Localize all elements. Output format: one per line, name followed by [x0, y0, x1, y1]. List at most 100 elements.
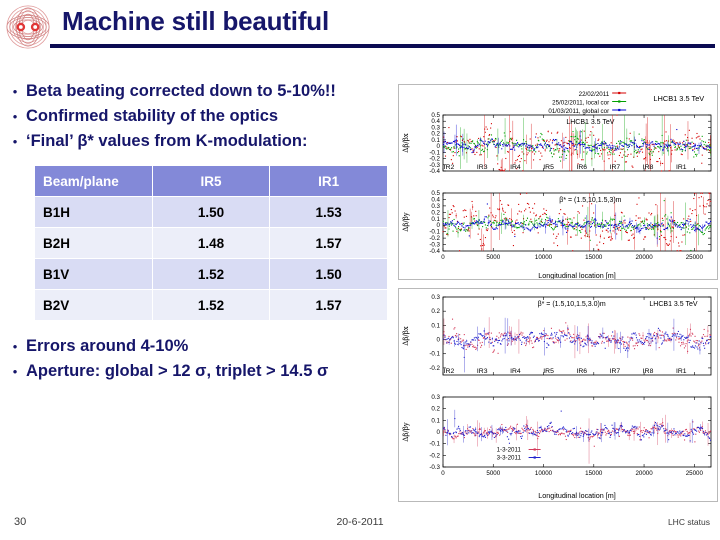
bullet-item: • Errors around 4-10% — [0, 335, 396, 358]
svg-text:0.2: 0.2 — [431, 406, 440, 413]
table-cell: 1.50 — [151, 196, 271, 228]
ir-label: IR2 — [444, 368, 455, 375]
svg-text:10000: 10000 — [535, 470, 553, 477]
ir-label: IR6 — [576, 368, 587, 375]
bullet-marker: • — [12, 339, 18, 354]
ir-label: IR3 — [477, 164, 488, 171]
chart-panel-dbetax-bottom: 0.3 0.2 0.1 0 -0.1 -0.2 IR2 IR3 IR4 IR5 IR6 IR7 IR8 I… — [399, 289, 717, 393]
svg-text:0.3: 0.3 — [431, 294, 440, 301]
table-header-cell: IR5 — [151, 165, 271, 197]
svg-text:-0.3: -0.3 — [429, 464, 440, 471]
content-left-column: • Beta beating corrected down to 5-10%!!… — [0, 62, 396, 502]
table-cell: B2H — [34, 227, 153, 259]
svg-text:-0.2: -0.2 — [429, 365, 440, 372]
table-row: B1V 1.52 1.50 — [34, 258, 388, 290]
svg-text:0.1: 0.1 — [431, 322, 440, 329]
bullet-list-bottom: • Errors around 4-10% • Aperture: global… — [0, 321, 396, 383]
chart-panel-dbetay-top: 0.5 0.4 0.3 0.2 0.1 0 -0.1 -0.2 -0.3 -0.4 0 5000 100… — [399, 189, 717, 279]
ir-label: IR4 — [510, 368, 521, 375]
svg-text:25000: 25000 — [686, 470, 704, 477]
svg-text:0: 0 — [441, 470, 445, 477]
table-header-row: Beam/plane IR5 IR1 — [34, 165, 388, 197]
table-cell: 1.50 — [269, 258, 388, 290]
chart-annotation: LHCB1 3.5 TeV — [566, 119, 614, 126]
ir-label: IR8 — [643, 164, 654, 171]
title-divider — [50, 44, 715, 48]
bullet-list-top: • Beta beating corrected down to 5-10%!!… — [0, 62, 396, 153]
svg-text:0: 0 — [441, 254, 445, 261]
bullet-label: Aperture: global > 12 σ, triplet > 14.5 … — [26, 362, 329, 380]
svg-text:-0.4: -0.4 — [429, 168, 440, 175]
bullet-item: • Beta beating corrected down to 5-10%!! — [0, 80, 396, 103]
svg-text:-0.4: -0.4 — [429, 248, 440, 255]
table-row: B2H 1.48 1.57 — [34, 227, 388, 259]
svg-text:0.2: 0.2 — [431, 308, 440, 315]
figure-beta-beating-2011-feb-mar: 0.5 0.4 0.3 0.2 0.1 0 -0.1 -0.2 -0.3 -0.4 IR2 IR3 IR… — [398, 84, 718, 280]
ir-label: IR6 — [576, 164, 587, 171]
chart-annotation-machine: LHCB1 3.5 TeV — [653, 94, 704, 103]
ir-label: IR5 — [543, 164, 554, 171]
footer-right-label: LHC status — [667, 517, 710, 527]
svg-text:10000: 10000 — [535, 254, 553, 261]
chart-annotation: β* = (1.5,10,1.5,3)m — [559, 197, 621, 204]
svg-text:15000: 15000 — [585, 470, 603, 477]
svg-text:0: 0 — [437, 429, 441, 436]
table-header-cell: IR1 — [269, 165, 388, 197]
ir-label: IR7 — [610, 164, 621, 171]
bullet-marker: • — [12, 134, 18, 149]
svg-text:-0.2: -0.2 — [429, 452, 440, 459]
bullet-marker: • — [12, 84, 18, 99]
ir-label: IR1 — [676, 164, 687, 171]
svg-text:0.1: 0.1 — [431, 417, 440, 424]
svg-text:5000: 5000 — [486, 470, 500, 477]
table-row: B2V 1.52 1.57 — [34, 289, 388, 321]
table-cell: 1.52 — [151, 258, 271, 290]
svg-text:15000: 15000 — [585, 254, 603, 261]
plot-fig-top-y: 0.50.40.30.20.10-0.1-0.2-0.3-0.40 5000 100… — [402, 190, 712, 279]
ir-label: IR3 — [477, 368, 488, 375]
svg-text:-0.1: -0.1 — [429, 441, 440, 448]
bullet-item: • Confirmed stability of the optics — [0, 105, 396, 128]
x-axis-label: Longitudinal location [m] — [538, 491, 616, 500]
legend-label: 22/02/2011 — [579, 91, 610, 98]
legend-label: 25/02/2011, local cor — [552, 100, 609, 107]
ir-label: IR1 — [676, 368, 687, 375]
y-axis-label: Δβ/βy — [402, 212, 410, 232]
y-axis-label: Δβ/βy — [402, 422, 410, 442]
table-cell: B1H — [34, 196, 153, 228]
figure-beta-beating-march: 0.3 0.2 0.1 0 -0.1 -0.2 IR2 IR3 IR4 IR5 IR6 IR7 IR8 I… — [398, 288, 718, 502]
bullet-item: • Aperture: global > 12 σ, triplet > 14.… — [0, 360, 396, 383]
bullet-item: • ‘Final’ β* values from K-modulation: — [0, 130, 396, 153]
ir-label: IR8 — [643, 368, 654, 375]
table-row: B1H 1.50 1.53 — [34, 196, 388, 228]
legend-label: 3-3-2011 — [497, 455, 522, 462]
ir-label: IR2 — [444, 164, 455, 171]
table-cell: 1.57 — [269, 289, 388, 321]
plot-fig-bottom-x: 0.3 0.2 0.1 0 -0.1 -0.2 IR2 IR3 IR4 IR5 IR6 IR7 IR8 I… — [402, 294, 712, 376]
ir-label: IR5 — [543, 368, 554, 375]
slide-footer: 30 20-6-2011 LHC status — [0, 512, 720, 540]
page-title: Machine still beautiful — [62, 6, 329, 36]
svg-text:0: 0 — [437, 337, 441, 344]
table-cell: B2V — [34, 289, 153, 321]
bullet-label: ‘Final’ β* values from K-modulation: — [26, 132, 308, 150]
table-cell: B1V — [34, 258, 153, 290]
bullet-label: Confirmed stability of the optics — [26, 107, 279, 125]
slide-header: Machine still beautiful — [0, 0, 720, 58]
footer-date: 20-6-2011 — [336, 516, 384, 528]
plot-fig-top-x: 0.50.40.30.20.10-0.1-0.2-0.3-0.4IR2 IR3 IR… — [402, 91, 712, 175]
beta-star-table: Beam/plane IR5 IR1 B1H 1.50 1.53 B2H 1.4… — [34, 165, 388, 321]
svg-text:25000: 25000 — [686, 254, 704, 261]
plot-fig-bottom-y: 0.30.20.10-0.1-0.2-0.30 5000 10000 15000 200… — [402, 394, 712, 500]
y-axis-label: Δβ/βx — [402, 326, 410, 346]
table-header-cell: Beam/plane — [34, 165, 153, 197]
y-axis-label: Δβ/βx — [402, 133, 410, 153]
chart-panel-dbetay-bottom: 0.3 0.2 0.1 0 -0.1 -0.2 -0.3 0 5000 10000 15000 200… — [399, 393, 717, 501]
svg-text:5000: 5000 — [486, 254, 500, 261]
chart-annotation: β* = (1.5,10,1.5,3.0)m — [538, 301, 606, 308]
table-cell: 1.57 — [269, 227, 388, 259]
chart-annotation: LHCB1 3.5 TeV — [649, 301, 697, 308]
svg-text:20000: 20000 — [635, 254, 653, 261]
svg-text:20000: 20000 — [635, 470, 653, 477]
bullet-marker: • — [12, 109, 18, 124]
